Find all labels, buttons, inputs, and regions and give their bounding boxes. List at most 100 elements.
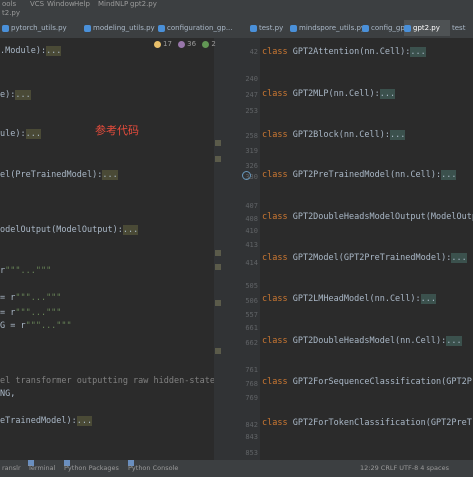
line-number: 557 [245,311,258,319]
annotation-reference-code: 参考代码 [95,124,139,137]
line-number: 506 [245,297,258,305]
line-number: 247 [245,91,258,99]
scroll-marker [215,348,221,354]
scroll-marker [215,250,221,256]
warning-icon [154,40,161,48]
line-number: 769 [245,394,258,402]
code-line: ule):... [0,129,41,139]
python-file-icon [290,24,297,32]
line-number: 414 [245,259,258,267]
folded-code[interactable]: ... [122,225,139,235]
python-file-icon [158,24,165,32]
scroll-marker [215,264,221,270]
right-editor-pane[interactable]: class GPT2Attention(nn.Cell):... class G… [260,38,473,460]
tab-mindspore-utils[interactable]: mindspore_utils.py [290,20,365,36]
line-number: 413 [245,241,258,249]
menu-item-vcs[interactable]: VCS [30,0,44,8]
line-number: 253 [245,107,258,115]
line-number: 761 [245,366,258,374]
python-file-icon [250,24,257,32]
tab-test[interactable]: test.py [250,20,283,36]
menu-bar: ools VCS Window Help MindNLP gpt2.py [0,0,473,8]
line-number: 326 [245,162,258,170]
line-number: 410 [245,227,258,235]
line-number: 661 [245,324,258,332]
folded-code[interactable]: ... [446,336,462,346]
python-file-icon [404,24,411,32]
code-line: G = r"""...""" [0,321,72,331]
line-number: 853 [245,449,258,457]
class-definition-line: class GPT2Model(GPT2PreTrainedModel):... [262,253,467,263]
code-line: NG, [0,389,16,399]
folded-code[interactable]: ... [389,130,406,140]
typo-icon [202,40,210,48]
python-file-icon [362,24,369,32]
menu-item-window[interactable]: Window [47,0,75,8]
code-line: = r"""...""" [0,293,62,303]
code-line: = r"""...""" [0,308,62,318]
folded-code[interactable]: ... [420,294,437,304]
scroll-marker [215,140,221,146]
scroll-marker [215,300,221,306]
line-number: 662 [245,339,258,347]
folded-code[interactable]: ... [102,170,118,180]
editor-tab-bar: pytorch_utils.py modeling_utils.py confi… [0,18,473,38]
scroll-marker [215,156,221,162]
folded-code[interactable]: ... [76,416,93,426]
tab-pytorch-utils[interactable]: pytorch_utils.py [2,20,82,36]
line-number: 407 [245,202,258,210]
tab-config-gpt2[interactable]: config_gpt2.py [362,20,423,36]
line-number: 240 [245,75,258,83]
inspection-widget[interactable]: 17 36 2 [154,39,216,49]
left-editor-pane[interactable]: .Module):... e):... ule):... el(PreTrain… [0,38,214,460]
folded-code[interactable]: ... [451,253,467,263]
line-number: 842 [245,421,258,429]
code-line: r"""...""" [0,266,52,276]
class-definition-line: class GPT2ForSequenceClassification(GPT2… [262,377,473,387]
weak-warning-icon [178,40,186,48]
menu-item-tools[interactable]: ools [2,0,16,8]
code-line: eTrainedModel):... [0,416,93,426]
code-line: odelOutput(ModelOutput):... [0,225,139,235]
line-number: 42 [249,48,258,56]
folded-code[interactable]: ... [25,129,41,139]
status-bar: ranslr Terminal Python Packages Python C… [0,460,473,477]
class-definition-line: class GPT2Attention(nn.Cell):... [262,47,426,57]
code-line: e):... [0,90,31,100]
class-definition-line: class GPT2LMHeadModel(nn.Cell):... [262,294,437,304]
line-number: 768 [245,380,258,388]
tab-gpt2[interactable]: gpt2.py [404,20,450,36]
left-pane-scroll-markers[interactable] [214,38,222,460]
folded-code[interactable]: ... [15,90,31,100]
class-definition-line: class GPT2DoubleHeadsModel(nn.Cell):... [262,336,462,346]
folded-code[interactable]: ... [410,47,426,57]
line-number-gutter: 42 240 247 253 258 319 326 330 407 408 4… [222,38,260,460]
python-file-icon [84,24,91,32]
line-number: 330 [245,173,258,181]
window-file-name: gpt2.py [130,0,157,8]
override-gutter-icon[interactable] [242,171,251,180]
class-definition-line: class GPT2MLP(nn.Cell):... [262,89,396,99]
folded-code[interactable]: ... [379,89,396,99]
class-definition-line: class GPT2PreTrainedModel(nn.Cell):... [262,170,457,180]
tab-test-2[interactable]: test [452,20,473,36]
line-number: 505 [245,282,258,290]
class-definition-line: class GPT2Block(nn.Cell):... [262,130,406,140]
class-definition-line: class GPT2ForTokenClassification(GPT2Pre… [262,418,473,428]
folded-code[interactable]: ... [441,170,457,180]
tab-configuration-gpt2[interactable]: configuration_gp... [158,20,246,36]
class-definition-line: class GPT2DoubleHeadsModelOutput(ModelOu… [262,212,473,222]
code-line: el transformer outputting raw hidden-sta… [0,376,214,386]
python-file-icon [2,24,9,32]
status-info[interactable]: 12:29 CRLF UTF-8 4 spaces [360,460,449,477]
line-number: 258 [245,132,258,140]
menu-item-help[interactable]: Help [74,0,90,8]
breadcrumb: t2.py [0,8,473,18]
folded-code[interactable]: ... [46,46,62,56]
project-name: MindNLP [98,0,129,8]
breadcrumb-file[interactable]: t2.py [2,8,20,18]
code-line: el(PreTrainedModel):... [0,170,118,180]
line-number: 408 [245,215,258,223]
tab-modeling-utils[interactable]: modeling_utils.py [84,20,155,36]
code-line: .Module):... [0,46,62,56]
